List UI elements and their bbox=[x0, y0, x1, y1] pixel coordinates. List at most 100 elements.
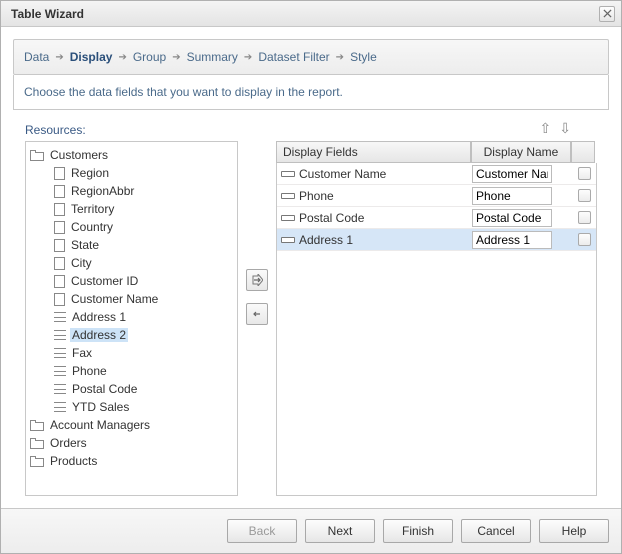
page-icon bbox=[54, 275, 65, 288]
back-button[interactable]: Back bbox=[227, 519, 297, 543]
tree-item[interactable]: Postal Code bbox=[52, 380, 235, 398]
display-name-input[interactable] bbox=[472, 187, 552, 205]
table-row[interactable]: Postal Code bbox=[277, 207, 596, 229]
dialog-title: Table Wizard bbox=[11, 7, 84, 21]
tree-folder[interactable]: Orders bbox=[28, 434, 235, 452]
lines-icon bbox=[54, 330, 66, 340]
tree-item[interactable]: Country bbox=[52, 218, 235, 236]
row-action-button[interactable] bbox=[578, 189, 591, 202]
help-button[interactable]: Help bbox=[539, 519, 609, 543]
dialog-footer: Back Next Finish Cancel Help bbox=[1, 508, 621, 553]
lines-icon bbox=[54, 348, 66, 358]
tree-item[interactable]: Region bbox=[52, 164, 235, 182]
page-icon bbox=[54, 221, 65, 234]
row-action-cell bbox=[572, 189, 596, 202]
tree-item[interactable]: Customer ID bbox=[52, 272, 235, 290]
cancel-button[interactable]: Cancel bbox=[461, 519, 531, 543]
grid-header-action bbox=[571, 141, 595, 163]
field-cell: Postal Code bbox=[277, 211, 472, 225]
tree-item-label: Products bbox=[48, 454, 99, 468]
field-icon bbox=[281, 215, 295, 221]
tree-item-label: State bbox=[69, 238, 101, 252]
grid-header-fields[interactable]: Display Fields bbox=[276, 141, 471, 163]
tree-item-label: Phone bbox=[70, 364, 109, 378]
breadcrumb-step-display[interactable]: Display bbox=[70, 50, 113, 64]
display-name-input[interactable] bbox=[472, 165, 552, 183]
tree-item[interactable]: Phone bbox=[52, 362, 235, 380]
row-action-button[interactable] bbox=[578, 211, 591, 224]
page-icon bbox=[54, 293, 65, 306]
field-icon bbox=[281, 171, 295, 177]
tree-item-label: Orders bbox=[48, 436, 89, 450]
add-field-button[interactable] bbox=[246, 269, 268, 291]
field-label: Phone bbox=[299, 189, 334, 203]
finish-button[interactable]: Finish bbox=[383, 519, 453, 543]
grid-header-name[interactable]: Display Name bbox=[471, 141, 571, 163]
display-name-input[interactable] bbox=[472, 231, 552, 249]
field-icon bbox=[281, 193, 295, 199]
display-name-input[interactable] bbox=[472, 209, 552, 227]
arrow-right-icon bbox=[251, 274, 263, 286]
page-icon bbox=[54, 203, 65, 216]
page-icon bbox=[54, 167, 65, 180]
folder-icon bbox=[30, 420, 44, 431]
tree-item-label: Postal Code bbox=[70, 382, 139, 396]
lines-icon bbox=[54, 366, 66, 376]
page-icon bbox=[54, 239, 65, 252]
breadcrumb-step-group[interactable]: Group bbox=[133, 50, 166, 64]
row-action-cell bbox=[572, 167, 596, 180]
remove-field-button[interactable] bbox=[246, 303, 268, 325]
tree-folder[interactable]: Account Managers bbox=[28, 416, 235, 434]
resources-label: Resources: bbox=[25, 123, 86, 137]
titlebar: Table Wizard bbox=[1, 1, 621, 27]
row-action-button[interactable] bbox=[578, 233, 591, 246]
field-label: Address 1 bbox=[299, 233, 353, 247]
tree-item[interactable]: Customer Name bbox=[52, 290, 235, 308]
chevron-right-icon: ➔ bbox=[244, 52, 252, 63]
breadcrumb-step-data[interactable]: Data bbox=[24, 50, 49, 64]
page-icon bbox=[54, 185, 65, 198]
tree-item[interactable]: RegionAbbr bbox=[52, 182, 235, 200]
breadcrumb-step-summary[interactable]: Summary bbox=[187, 50, 238, 64]
tree-folder-customers[interactable]: Customers bbox=[28, 146, 235, 164]
lines-icon bbox=[54, 312, 66, 322]
field-icon bbox=[281, 237, 295, 243]
tree-item[interactable]: YTD Sales bbox=[52, 398, 235, 416]
next-button[interactable]: Next bbox=[305, 519, 375, 543]
tree-item[interactable]: Fax bbox=[52, 344, 235, 362]
close-button[interactable] bbox=[599, 6, 615, 22]
name-cell bbox=[472, 187, 572, 205]
tree-item-label: Customer Name bbox=[69, 292, 160, 306]
tree-item[interactable]: Territory bbox=[52, 200, 235, 218]
description-text: Choose the data fields that you want to … bbox=[13, 75, 609, 110]
move-down-button[interactable]: ⇩ bbox=[559, 120, 571, 137]
tree-item[interactable]: State bbox=[52, 236, 235, 254]
tree-item[interactable]: City bbox=[52, 254, 235, 272]
tree-item-label: Address 2 bbox=[70, 328, 128, 342]
folder-icon bbox=[30, 456, 44, 467]
resources-tree[interactable]: Customers Region RegionAbbr Territory Count… bbox=[25, 141, 238, 496]
lines-icon bbox=[54, 384, 66, 394]
name-cell bbox=[472, 165, 572, 183]
chevron-right-icon: ➔ bbox=[55, 52, 63, 63]
move-up-button[interactable]: ⇧ bbox=[540, 120, 552, 137]
lines-icon bbox=[54, 402, 66, 412]
tree-folder[interactable]: Products bbox=[28, 452, 235, 470]
close-icon bbox=[603, 9, 612, 18]
row-action-button[interactable] bbox=[578, 167, 591, 180]
table-row[interactable]: Address 1 bbox=[277, 229, 596, 251]
breadcrumb-step-filter[interactable]: Dataset Filter bbox=[258, 50, 329, 64]
field-cell: Address 1 bbox=[277, 233, 472, 247]
table-wizard-dialog: Table Wizard Data ➔ Display ➔ Group ➔ Su… bbox=[0, 0, 622, 554]
arrow-left-icon bbox=[251, 308, 263, 320]
tree-item-label: Country bbox=[69, 220, 115, 234]
tree-item[interactable]: Address 1 bbox=[52, 308, 235, 326]
display-fields-grid: Display Fields Display Name Customer Nam… bbox=[276, 141, 597, 496]
tree-item[interactable]: Address 2 bbox=[52, 326, 235, 344]
tree-item-label: RegionAbbr bbox=[69, 184, 136, 198]
table-row[interactable]: Phone bbox=[277, 185, 596, 207]
tree-item-label: Customer ID bbox=[69, 274, 140, 288]
breadcrumb-step-style[interactable]: Style bbox=[350, 50, 377, 64]
chevron-right-icon: ➔ bbox=[172, 52, 180, 63]
table-row[interactable]: Customer Name bbox=[277, 163, 596, 185]
